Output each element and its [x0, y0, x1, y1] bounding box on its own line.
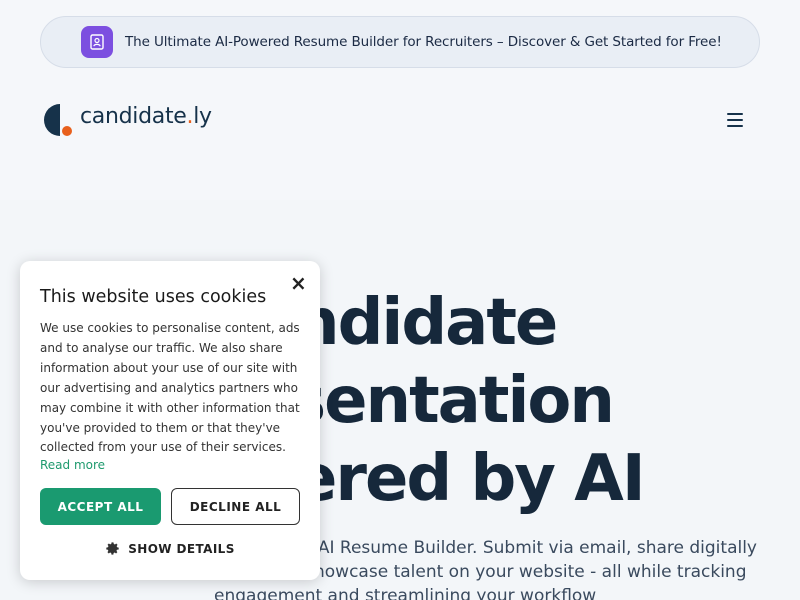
resume-icon — [81, 26, 113, 58]
decline-all-button[interactable]: DECLINE ALL — [171, 488, 300, 525]
read-more-link[interactable]: Read more — [40, 458, 105, 472]
cookie-dialog-title: This website uses cookies — [40, 287, 267, 307]
close-icon[interactable]: × — [290, 273, 307, 293]
logo-mark-icon[interactable] — [40, 103, 80, 137]
cookie-consent-dialog: × This website uses cookies We use cooki… — [20, 261, 320, 580]
hamburger-menu-icon[interactable] — [724, 110, 746, 130]
show-details-button[interactable]: SHOW DETAILS — [20, 541, 320, 556]
announcement-bar[interactable]: The Ultimate AI-Powered Resume Builder f… — [40, 16, 760, 68]
hero-subtitle-line: engagement and streamlining your workflo… — [214, 586, 597, 600]
announcement-text[interactable]: The Ultimate AI-Powered Resume Builder f… — [125, 34, 722, 50]
show-details-label: SHOW DETAILS — [128, 541, 235, 556]
gear-icon — [106, 542, 119, 555]
cookie-dialog-body: We use cookies to personalise content, a… — [40, 321, 300, 455]
accept-all-button[interactable]: ACCEPT ALL — [40, 488, 161, 525]
site-header: candidate.ly — [40, 100, 760, 140]
brand-name[interactable]: candidate.ly — [80, 104, 212, 129]
